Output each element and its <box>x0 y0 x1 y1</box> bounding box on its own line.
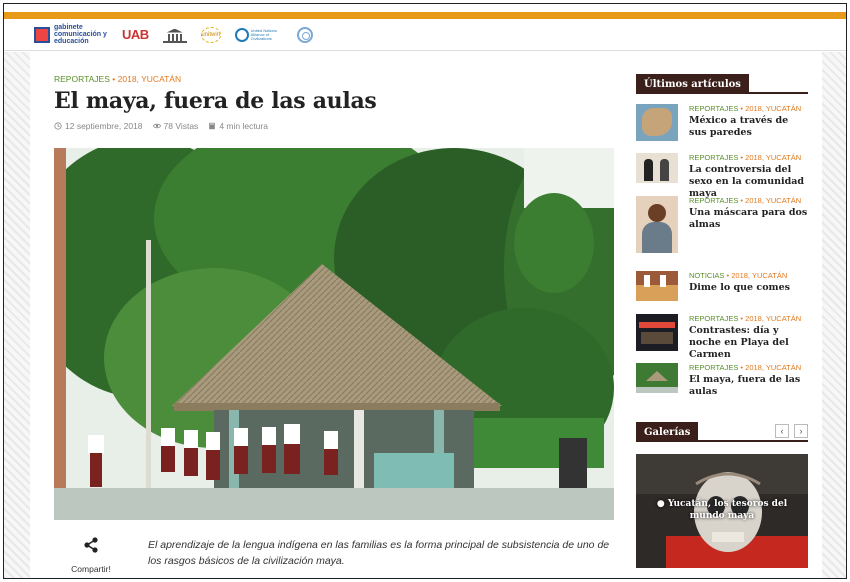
latest-title[interactable]: Una máscara para dos almas <box>689 207 808 231</box>
latest-category-link[interactable]: REPORTAJES <box>689 363 738 372</box>
top-accent-bar <box>4 4 846 19</box>
unesco-logo-icon[interactable] <box>162 27 187 43</box>
latest-category: REPORTAJES • 2018, YUCATÁN <box>689 363 808 372</box>
latest-item[interactable]: REPORTAJES • 2018, YUCATÁN Una máscara p… <box>636 196 808 262</box>
article-meta: 12 septiembre, 2018 78 Vistas 4 min lect… <box>54 121 268 131</box>
article-title: El maya, fuera de las aulas <box>54 88 377 114</box>
meta-date: 12 septiembre, 2018 <box>54 121 143 131</box>
logo-un-alliance[interactable]: United Nations Alliance of Civilizations <box>234 27 283 42</box>
right-pattern <box>820 52 846 578</box>
gallery-prev-button[interactable]: ‹ <box>775 424 789 438</box>
latest-item[interactable]: REPORTAJES • 2018, YUCATÁN La controvers… <box>636 153 808 199</box>
hero-image[interactable] <box>54 148 614 520</box>
latest-heading-bar: Últimos artículos <box>636 74 808 94</box>
latest-category: REPORTAJES • 2018, YUCATÁN <box>689 153 808 162</box>
logo-gabinete[interactable]: gabinete comunicación y educación <box>34 24 108 45</box>
clock-icon <box>54 122 62 130</box>
logo-uab[interactable]: UAB <box>122 27 149 42</box>
meta-read-text: 4 min lectura <box>219 121 268 131</box>
latest-item[interactable]: NOTICIAS • 2018, YUCATÁN Dime lo que com… <box>636 271 808 305</box>
latest-category-link[interactable]: REPORTAJES <box>689 153 738 162</box>
latest-category-link[interactable]: 2018, YUCATÁN <box>745 104 801 113</box>
gabinete-logo-icon <box>34 26 50 43</box>
latest-category-separator: • <box>740 196 744 205</box>
main-content: REPORTAJES • 2018, YUCATÁN El maya, fuer… <box>30 52 822 578</box>
latest-title[interactable]: Dime lo que comes <box>689 282 790 294</box>
share-icon <box>84 537 98 553</box>
latest-category-separator: • <box>740 104 744 113</box>
gallery-next-button[interactable]: › <box>794 424 808 438</box>
gallery-heading-bar: Galerías ‹ › <box>636 422 808 442</box>
sidebar-latest: Últimos artículos REPORTAJES • 2018, YUC… <box>636 74 808 406</box>
camera-icon: ● <box>656 499 665 509</box>
gallery-caption-text: Yucatán, los tesoros del mundo maya <box>667 499 788 521</box>
latest-category-link[interactable]: 2018, YUCATÁN <box>745 314 801 323</box>
latest-category-link[interactable]: REPORTAJES <box>689 314 738 323</box>
uab-logo-text: UAB <box>122 27 149 42</box>
latest-thumb[interactable] <box>636 104 678 141</box>
latest-category-link[interactable]: 2018, YUCATÁN <box>745 363 801 372</box>
logo-unitwin[interactable]: unitwin <box>200 26 221 43</box>
category-link[interactable]: REPORTAJES <box>54 74 110 84</box>
category-separator: • <box>112 74 116 84</box>
latest-thumb[interactable] <box>636 363 678 393</box>
un-alliance-text: United Nations Alliance of Civilizations <box>250 27 277 41</box>
share-button[interactable]: Compartir! <box>70 537 112 574</box>
gallery-nav: ‹ › <box>775 424 808 438</box>
latest-title[interactable]: El maya, fuera de las aulas <box>689 374 808 398</box>
latest-category-link[interactable]: REPORTAJES <box>689 196 738 205</box>
site-header: gabinete comunicación y educación UAB un… <box>4 19 846 51</box>
meta-views: 78 Vistas <box>152 121 199 131</box>
un-emblem-icon[interactable] <box>296 26 313 43</box>
gallery-image[interactable]: ● Yucatán, los tesoros del mundo maya <box>636 454 808 568</box>
latest-title[interactable]: Contrastes: día y noche en Playa del Car… <box>689 325 808 361</box>
latest-thumb[interactable] <box>636 153 678 183</box>
latest-item[interactable]: REPORTAJES • 2018, YUCATÁN El maya, fuer… <box>636 363 808 397</box>
latest-category: REPORTAJES • 2018, YUCATÁN <box>689 196 808 205</box>
latest-thumb[interactable] <box>636 196 678 253</box>
hero-photo-illustration <box>54 148 614 520</box>
latest-category: REPORTAJES • 2018, YUCATÁN <box>689 314 808 323</box>
meta-read-time: 4 min lectura <box>208 121 268 131</box>
un-alliance-icon <box>234 27 249 42</box>
latest-category-separator: • <box>726 271 730 280</box>
gabinete-logo-text: gabinete comunicación y educación <box>54 24 107 45</box>
latest-category-link[interactable]: 2018, YUCATÁN <box>745 153 801 162</box>
gallery-caption[interactable]: ● Yucatán, los tesoros del mundo maya <box>646 498 798 522</box>
latest-thumb[interactable] <box>636 314 678 351</box>
latest-item[interactable]: REPORTAJES • 2018, YUCATÁN Contrastes: d… <box>636 314 808 360</box>
latest-category-separator: • <box>740 363 744 372</box>
article-categories: REPORTAJES • 2018, YUCATÁN <box>54 74 181 84</box>
latest-category-link[interactable]: NOTICIAS <box>689 271 724 280</box>
latest-category-link[interactable]: 2018, YUCATÁN <box>745 196 801 205</box>
latest-heading: Últimos artículos <box>636 74 749 94</box>
book-icon <box>209 122 216 130</box>
latest-category-link[interactable]: 2018, YUCATÁN <box>731 271 787 280</box>
eye-icon <box>152 123 161 129</box>
meta-views-text: 78 Vistas <box>163 121 199 131</box>
category-link[interactable]: 2018, YUCATÁN <box>118 74 181 84</box>
latest-category: NOTICIAS • 2018, YUCATÁN <box>689 271 790 280</box>
latest-item[interactable]: REPORTAJES • 2018, YUCATÁN México a trav… <box>636 104 808 144</box>
latest-category-link[interactable]: REPORTAJES <box>689 104 738 113</box>
latest-thumb[interactable] <box>636 271 678 301</box>
latest-title[interactable]: La controversia del sexo en la comunidad… <box>689 164 808 200</box>
share-label: Compartir! <box>71 564 111 574</box>
meta-date-text: 12 septiembre, 2018 <box>65 121 143 131</box>
left-pattern <box>4 52 30 578</box>
gallery-heading: Galerías <box>636 422 699 442</box>
latest-category-separator: • <box>740 314 744 323</box>
latest-category: REPORTAJES • 2018, YUCATÁN <box>689 104 808 113</box>
latest-title[interactable]: México a través de sus paredes <box>689 115 808 139</box>
latest-category-separator: • <box>740 153 744 162</box>
article-excerpt: El aprendizaje de la lengua indígena en … <box>148 539 610 567</box>
page-frame: gabinete comunicación y educación UAB un… <box>3 3 847 579</box>
